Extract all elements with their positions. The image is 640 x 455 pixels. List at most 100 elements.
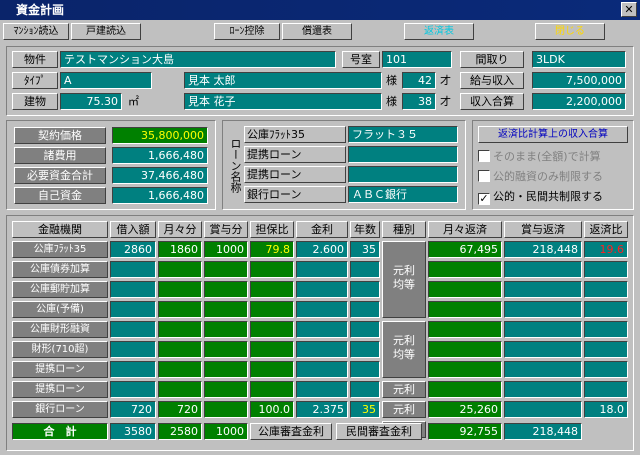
loan-name-field-4[interactable]: ＡＢＣ銀行 [348,186,458,203]
table-cell-m_pay[interactable] [428,341,502,358]
table-cell-ratio[interactable]: 100.0 [250,401,294,418]
table-cell-years[interactable] [350,281,380,298]
table-cell-ratio[interactable] [250,381,294,398]
loan-name-field-2[interactable] [348,146,458,163]
close-button[interactable]: 閉じる [535,23,605,40]
full-calc-checkbox[interactable]: そのまま(全額)で計算 [478,148,634,165]
table-cell-ratio[interactable] [250,341,294,358]
type-field[interactable]: A [60,72,152,89]
building-area-field[interactable]: 75.30 [60,93,122,110]
table-cell-rate[interactable] [296,261,348,278]
table-cell-years[interactable] [350,321,380,338]
age2-field[interactable]: 38 [402,93,436,110]
property-name-field[interactable]: テストマンション大島 [60,51,336,68]
contract-price-field[interactable]: 35,800,000 [112,127,208,144]
table-cell-monthly[interactable] [158,361,202,378]
table-cell-b_pay[interactable] [504,281,582,298]
table-cell-bonus[interactable] [204,281,248,298]
table-cell-m_pay[interactable] [428,281,502,298]
table-cell-pay_ratio[interactable] [584,301,628,318]
table-cell-monthly[interactable] [158,321,202,338]
table-cell-pay_ratio[interactable] [584,281,628,298]
mansion-load-button[interactable]: ﾏﾝｼｮﾝ読込 [3,23,69,40]
table-cell-years[interactable] [350,361,380,378]
koko-rate-button[interactable]: 公庫審査金利 [250,423,332,440]
table-cell-bonus[interactable] [204,401,248,418]
table-cell-bonus[interactable] [204,381,248,398]
table-cell-pay_ratio[interactable] [584,261,628,278]
table-cell-b_pay[interactable] [504,381,582,398]
table-cell-ratio[interactable] [250,361,294,378]
loan-name-field-3[interactable] [348,166,458,183]
type-button-1[interactable]: 元利 均等 [382,241,426,318]
table-cell-monthly[interactable] [158,261,202,278]
table-cell-years[interactable]: 35 [350,401,380,418]
table-cell-bonus[interactable]: 1000 [204,241,248,258]
loan-deduction-button[interactable]: ﾛｰﾝ控除 [214,23,280,40]
table-cell-b_pay[interactable] [504,261,582,278]
table-cell-rate[interactable] [296,341,348,358]
table-cell-loan[interactable] [110,361,156,378]
table-cell-m_pay[interactable]: 25,260 [428,401,502,418]
repayment-table-button[interactable]: 償還表 [282,23,352,40]
table-cell-years[interactable] [350,341,380,358]
table-cell-rate[interactable]: 2.600 [296,241,348,258]
table-cell-monthly[interactable] [158,341,202,358]
table-cell-bonus[interactable] [204,361,248,378]
close-icon[interactable]: ✕ [621,2,637,17]
table-cell-rate[interactable] [296,361,348,378]
table-cell-monthly[interactable] [158,301,202,318]
salary-field[interactable]: 7,500,000 [532,72,626,89]
table-cell-rate[interactable] [296,281,348,298]
public-only-checkbox[interactable]: 公的融資のみ制限する [478,168,634,185]
table-cell-years[interactable] [350,381,380,398]
house-load-button[interactable]: 戸建読込 [71,23,141,40]
table-cell-b_pay[interactable]: 218,448 [504,241,582,258]
age1-field[interactable]: 42 [402,72,436,89]
table-cell-b_pay[interactable] [504,341,582,358]
expenses-field[interactable]: 1,666,480 [112,147,208,164]
type-button-2[interactable]: 元利 均等 [382,321,426,378]
table-cell-m_pay[interactable] [428,361,502,378]
own-funds-field[interactable]: 1,666,480 [112,187,208,204]
table-cell-pay_ratio[interactable]: 18.0 [584,401,628,418]
table-cell-monthly[interactable] [158,281,202,298]
table-cell-bonus[interactable] [204,301,248,318]
table-cell-rate[interactable] [296,381,348,398]
table-cell-loan[interactable] [110,281,156,298]
table-cell-ratio[interactable] [250,321,294,338]
payment-table-button[interactable]: 返済表 [404,23,474,40]
table-cell-ratio[interactable] [250,281,294,298]
table-cell-b_pay[interactable] [504,361,582,378]
table-cell-rate[interactable] [296,301,348,318]
table-cell-loan[interactable] [110,261,156,278]
table-cell-loan[interactable] [110,301,156,318]
table-cell-pay_ratio[interactable] [584,341,628,358]
table-cell-loan[interactable]: 720 [110,401,156,418]
table-cell-rate[interactable] [296,321,348,338]
table-cell-pay_ratio[interactable] [584,321,628,338]
table-cell-loan[interactable]: 2860 [110,241,156,258]
table-cell-years[interactable] [350,301,380,318]
person2-field[interactable]: 見本 花子 [184,93,382,110]
type-button-4[interactable]: 元利 [382,401,426,418]
total-required-field[interactable]: 37,466,480 [112,167,208,184]
table-cell-monthly[interactable]: 720 [158,401,202,418]
table-cell-ratio[interactable] [250,301,294,318]
type-button-3[interactable]: 元利 [382,381,426,398]
table-cell-b_pay[interactable] [504,401,582,418]
both-limit-checkbox[interactable]: ✓ 公的・民間共制限する [478,188,634,205]
table-cell-bonus[interactable] [204,261,248,278]
table-cell-loan[interactable] [110,321,156,338]
table-cell-m_pay[interactable] [428,381,502,398]
room-field[interactable]: 101 [382,51,452,68]
table-cell-years[interactable] [350,261,380,278]
table-cell-m_pay[interactable] [428,261,502,278]
income-sum-calc-button[interactable]: 返済比計算上の収入合算 [478,126,628,143]
table-cell-bonus[interactable] [204,341,248,358]
table-cell-m_pay[interactable] [428,301,502,318]
loan-name-field-1[interactable]: フラット３５ [348,126,458,143]
income-sum-field[interactable]: 2,200,000 [532,93,626,110]
table-cell-m_pay[interactable] [428,321,502,338]
table-cell-bonus[interactable] [204,321,248,338]
